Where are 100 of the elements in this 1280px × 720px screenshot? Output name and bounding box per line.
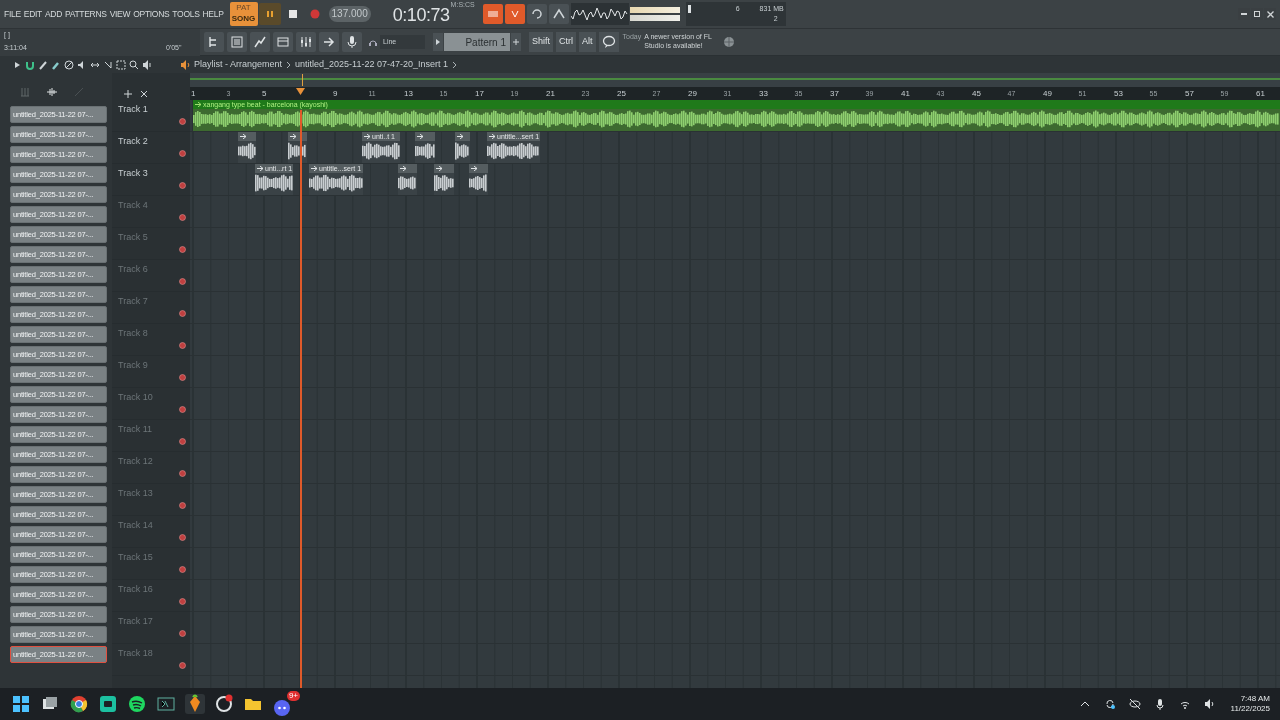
record-arm-icon[interactable] xyxy=(179,214,186,221)
no-entry-icon[interactable] xyxy=(64,59,74,70)
start-button[interactable] xyxy=(11,694,31,714)
menu-item[interactable]: FILE xyxy=(4,7,21,21)
magnet-icon[interactable] xyxy=(25,59,35,70)
clip-arrow-icon xyxy=(257,166,263,171)
volume-icon[interactable] xyxy=(1203,698,1216,710)
track-name[interactable]: Track 9 xyxy=(118,359,148,373)
news-button[interactable] xyxy=(598,32,619,52)
speaker-icon[interactable] xyxy=(180,59,190,70)
menu-item[interactable]: TOOLS xyxy=(172,7,200,21)
menu-item[interactable]: PATTERNS xyxy=(65,7,107,21)
menu-item[interactable]: ADD xyxy=(44,7,62,21)
loop-record-button[interactable] xyxy=(526,4,547,24)
track-name[interactable]: Track 10 xyxy=(118,391,153,405)
add-pattern-button[interactable] xyxy=(511,33,521,51)
step-edit-button[interactable] xyxy=(548,4,569,24)
menu-item[interactable]: VIEW xyxy=(109,7,131,21)
mixer-button[interactable] xyxy=(296,32,316,52)
track-name[interactable]: Track 11 xyxy=(118,423,152,437)
modifier-key-button[interactable]: Alt xyxy=(579,32,596,52)
modifier-key-button[interactable]: Ctrl xyxy=(556,32,576,52)
audio-clip[interactable] xyxy=(434,164,454,195)
record-arm-icon[interactable] xyxy=(179,406,186,413)
record-arm-icon[interactable] xyxy=(179,598,186,605)
slice-icon[interactable] xyxy=(103,59,113,70)
record-arm-icon[interactable] xyxy=(179,470,186,477)
play-icon[interactable] xyxy=(12,59,22,70)
close-icon[interactable] xyxy=(140,90,148,98)
record-arm-icon[interactable] xyxy=(179,630,186,637)
restore-button[interactable] xyxy=(1251,8,1263,20)
record-arm-icon[interactable] xyxy=(179,534,186,541)
menu-item[interactable]: EDIT xyxy=(23,7,42,21)
record-arm-icon[interactable] xyxy=(179,182,186,189)
record-arm-icon[interactable] xyxy=(179,374,186,381)
recording-button[interactable] xyxy=(342,32,362,52)
stop-icon[interactable] xyxy=(288,10,297,18)
level-meter xyxy=(629,7,680,13)
track-name[interactable]: Track 14 xyxy=(118,519,153,533)
record-arm-icon[interactable] xyxy=(179,342,186,349)
tempo-display[interactable]: 137.000 xyxy=(328,6,371,22)
menu-item[interactable]: HELP xyxy=(202,7,224,21)
menu-item[interactable]: OPTIONS xyxy=(133,7,170,21)
record-arm-icon[interactable] xyxy=(179,566,186,573)
track-name[interactable]: Track 18 xyxy=(118,647,153,661)
bar-number: 21 xyxy=(546,88,555,99)
record-arm-icon[interactable] xyxy=(179,246,186,253)
piano-roll-button[interactable] xyxy=(250,32,270,52)
track-name[interactable]: Track 5 xyxy=(118,231,148,245)
track-name[interactable]: Track 8 xyxy=(118,327,148,341)
pencil-icon[interactable] xyxy=(38,59,48,70)
record-arm-icon[interactable] xyxy=(179,662,186,669)
plugin-button[interactable] xyxy=(319,32,339,52)
start-icon xyxy=(11,694,31,714)
pattern-song-toggle[interactable]: PAT SONG xyxy=(229,2,258,26)
audio-clip[interactable] xyxy=(469,164,488,195)
record-arm-icon[interactable] xyxy=(179,278,186,285)
track-name[interactable]: Track 17 xyxy=(118,615,153,629)
metronome-button[interactable] xyxy=(504,4,525,24)
channel-rack-icon xyxy=(230,35,244,49)
track-name[interactable]: Track 1 xyxy=(118,103,148,117)
hidden-icon[interactable] xyxy=(1128,698,1141,710)
playlist-button[interactable] xyxy=(273,32,293,52)
sync-icon[interactable] xyxy=(1103,698,1116,710)
audio-clip[interactable] xyxy=(415,132,435,163)
breadcrumb-item[interactable]: Playlist - Arrangement xyxy=(194,57,283,72)
channel-rack-button[interactable] xyxy=(227,32,247,52)
pattern-selector[interactable]: Pattern 1 xyxy=(444,33,510,51)
record-arm-icon[interactable] xyxy=(179,118,186,125)
audio-wave-icon[interactable] xyxy=(46,87,58,97)
modifier-key-button[interactable]: Shift xyxy=(529,32,553,52)
breadcrumb-item[interactable]: untitled_2025-11-22 07-47-20_Insert 1 xyxy=(295,57,448,72)
headphones-icon[interactable] xyxy=(368,37,378,47)
record-arm-icon[interactable] xyxy=(179,502,186,509)
plus-icon[interactable] xyxy=(124,90,132,98)
song-start-button[interactable] xyxy=(482,4,503,24)
track-name[interactable]: Track 2 xyxy=(118,135,148,149)
browser-button[interactable] xyxy=(204,32,224,52)
track-name[interactable]: Track 16 xyxy=(118,583,153,597)
select-icon[interactable] xyxy=(116,59,126,70)
track-name[interactable]: Track 7 xyxy=(118,295,148,309)
speaker-icon[interactable] xyxy=(142,59,152,70)
track-name[interactable]: Track 3 xyxy=(118,167,148,181)
pause-icon[interactable] xyxy=(264,9,275,19)
play-pause-button[interactable] xyxy=(258,3,281,25)
audio-clip[interactable] xyxy=(455,132,470,163)
microphone-icon[interactable] xyxy=(1153,698,1166,710)
track-name[interactable]: Track 12 xyxy=(118,455,153,469)
track-name[interactable]: Track 13 xyxy=(118,487,153,501)
zoom-icon[interactable] xyxy=(129,59,139,70)
record-arm-icon[interactable] xyxy=(179,150,186,157)
record-arm-icon[interactable] xyxy=(179,310,186,317)
audio-clip[interactable] xyxy=(238,132,256,163)
pattern-arrow-button[interactable] xyxy=(433,33,443,51)
track-name[interactable]: Track 4 xyxy=(118,199,148,213)
globe-icon[interactable] xyxy=(722,36,735,48)
record-arm-icon[interactable] xyxy=(179,438,186,445)
track-name[interactable]: Track 15 xyxy=(118,551,153,565)
bar-number: 57 xyxy=(1185,88,1194,99)
audio-clip[interactable] xyxy=(398,164,417,195)
